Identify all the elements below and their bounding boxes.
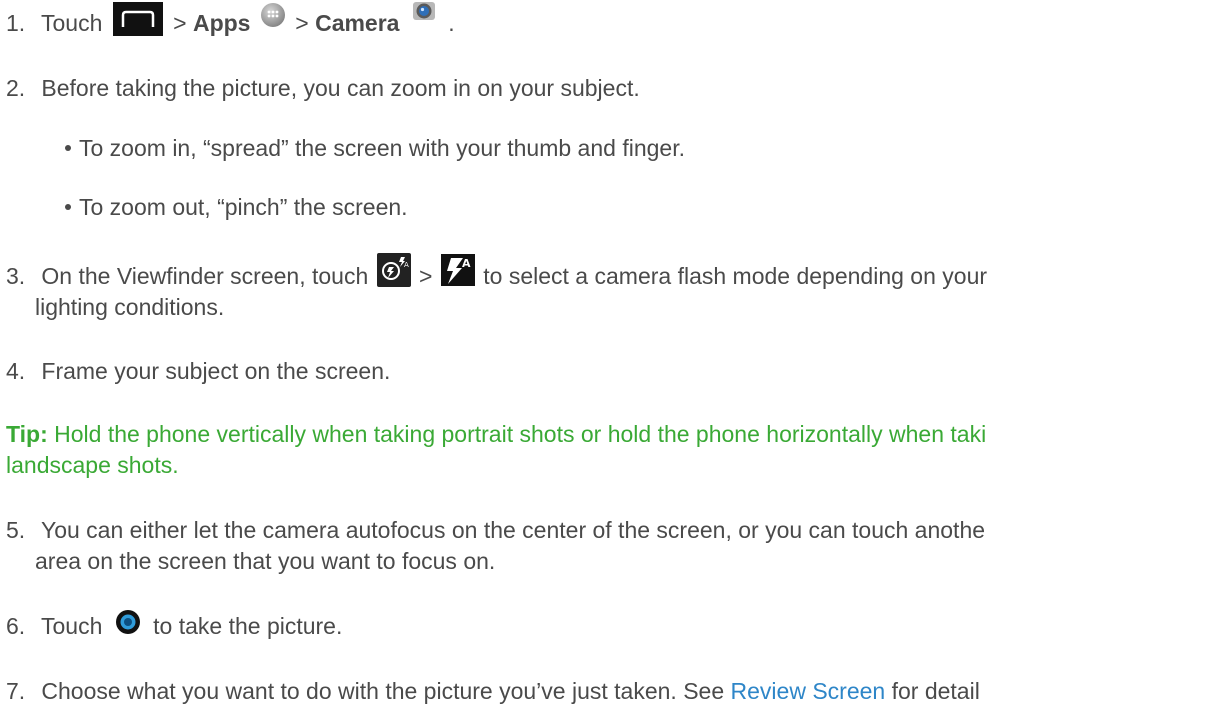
step-text: lighting conditions. — [35, 294, 225, 320]
separator: > — [419, 263, 433, 290]
review-screen-link[interactable]: Review Screen — [731, 678, 886, 704]
step-text: Touch — [40, 10, 103, 37]
step-5-continued: area on the screen that you want to focu… — [35, 546, 495, 576]
step-text: Before taking the picture, you can zoom … — [41, 75, 640, 101]
svg-text:A: A — [404, 261, 409, 269]
tip-label: Tip: — [6, 421, 48, 447]
step-5: 5. You can either let the camera autofoc… — [0, 515, 985, 545]
step-text: Frame your subject on the screen. — [41, 358, 391, 384]
bullet-dot — [65, 203, 71, 210]
tip-line: Tip: Hold the phone vertically when taki… — [6, 419, 986, 449]
step-number: 3. — [6, 263, 26, 290]
tip-line-continued: landscape shots. — [6, 450, 179, 480]
flash-settings-icon: A — [376, 253, 411, 287]
shutter-icon — [115, 609, 141, 635]
step-number: 5. — [6, 517, 26, 543]
step-text: to take the picture. — [153, 613, 343, 639]
apps-label: Apps — [192, 10, 251, 37]
step-number: 2. — [6, 75, 26, 101]
apps-icon — [260, 3, 285, 27]
tip-text: landscape shots. — [6, 452, 179, 478]
camera-label: Camera — [315, 10, 400, 37]
bullet-text: To zoom out, “pinch” the screen. — [79, 194, 408, 220]
svg-text:A: A — [462, 257, 471, 270]
separator: > — [173, 10, 187, 37]
step-text: Choose what you want to do with the pict… — [41, 678, 725, 704]
step-text: On the Viewfinder screen, touch — [41, 263, 369, 290]
step-4: 4. Frame your subject on the screen. — [0, 356, 390, 386]
separator: > — [295, 10, 309, 37]
step-text: You can either let the camera autofocus … — [40, 517, 986, 543]
period: . — [448, 10, 455, 37]
step-1: 1. Touch > Apps > Camera . — [0, 2, 455, 42]
bullet-text: To zoom in, “spread” the screen with you… — [79, 135, 685, 161]
step-number: 4. — [6, 358, 26, 384]
step-2: 2. Before taking the picture, you can zo… — [0, 73, 640, 103]
step-text: Touch — [40, 613, 103, 639]
home-button-icon — [112, 2, 163, 36]
step-text: area on the screen that you want to focu… — [35, 548, 496, 574]
step-number: 6. — [6, 613, 26, 639]
instructions-page: 1. Touch > Apps > Camera . 2. Before tak… — [0, 0, 1205, 727]
bullet-dot — [65, 144, 71, 151]
tip-text: Hold the phone vertically when taking po… — [54, 421, 987, 447]
step-text: to select a camera flash mode depending … — [483, 263, 988, 290]
flash-auto-icon: A — [440, 254, 475, 286]
bullet-item: To zoom out, “pinch” the screen. — [65, 192, 408, 222]
step-7: 7. Choose what you want to do with the p… — [0, 676, 980, 706]
step-text: for detail — [891, 678, 980, 704]
bullet-item: To zoom in, “spread” the screen with you… — [65, 133, 685, 163]
step-number: 7. — [6, 678, 26, 704]
step-number: 1. — [6, 10, 26, 37]
camera-app-icon — [410, 0, 438, 25]
step-3: 3. On the Viewfinder screen, touch A > A… — [0, 253, 988, 295]
step-6: 6. Touch to take the picture. — [0, 609, 343, 641]
step-3-continued: lighting conditions. — [35, 292, 224, 322]
